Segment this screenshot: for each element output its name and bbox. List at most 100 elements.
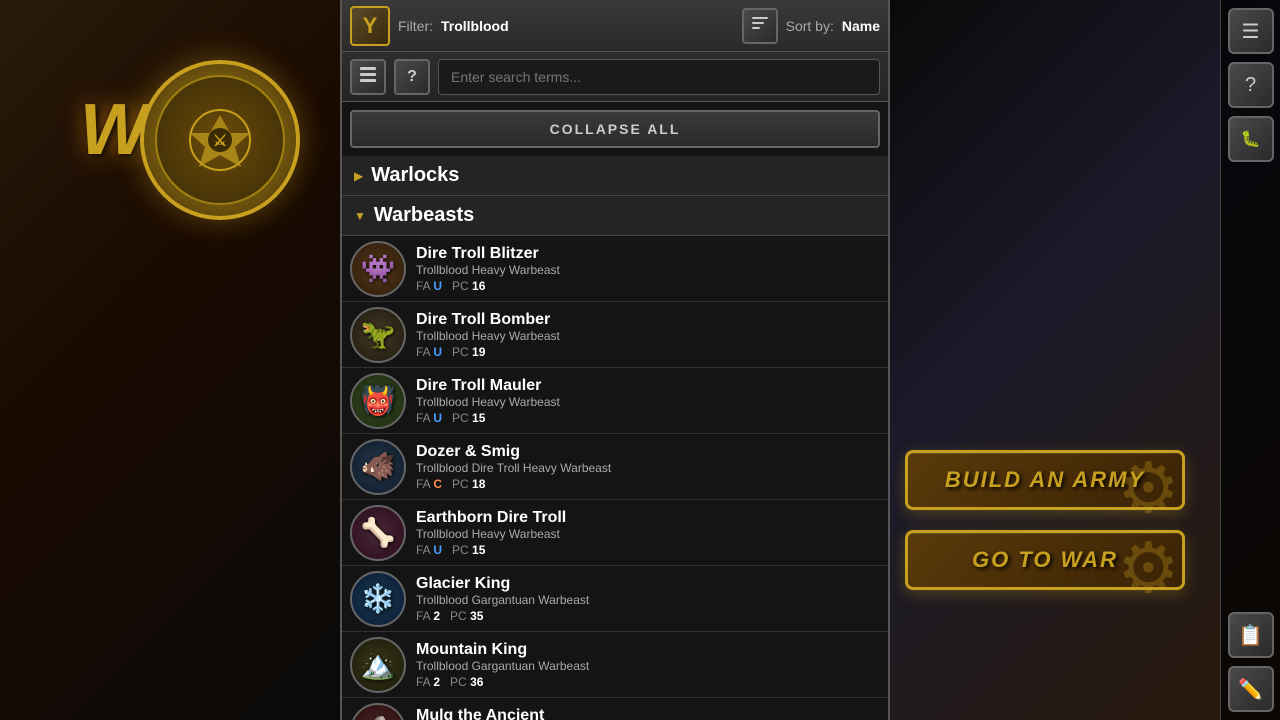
creature-icon: 🦴 [361, 516, 396, 549]
go-to-war-button[interactable]: GO TO WAR ⚙ [905, 530, 1185, 590]
item-stats: FA U PC 15 [416, 543, 880, 557]
item-info: Glacier King Trollblood Gargantuan Warbe… [416, 575, 880, 623]
item-subtitle: Trollblood Heavy Warbeast [416, 395, 880, 409]
sort-button[interactable] [742, 8, 778, 44]
fa-value: 2 [433, 675, 440, 689]
fa-label: FA [416, 279, 433, 293]
item-avatar: 🏔️ [350, 637, 406, 693]
item-name: Mountain King [416, 641, 880, 659]
pc-value: 15 [472, 543, 485, 557]
faction-logo[interactable]: Y [350, 6, 390, 46]
pc-value: 16 [472, 279, 485, 293]
pc-value: 18 [472, 477, 485, 491]
list-item[interactable]: 🐗 Dozer & Smig Trollblood Dire Troll Hea… [342, 434, 888, 500]
creature-icon: 👹 [361, 384, 396, 417]
filter-value: Trollblood [441, 18, 509, 34]
item-name: Glacier King [416, 575, 880, 593]
clipboard-button[interactable]: 📋 [1228, 612, 1274, 658]
svg-text:⚔: ⚔ [213, 133, 227, 150]
creature-icon: 🐗 [361, 450, 396, 483]
pc-label: PC [452, 345, 472, 359]
item-name: Dire Troll Bomber [416, 311, 880, 329]
second-bar: ? [342, 52, 888, 102]
pc-label: PC [450, 675, 470, 689]
item-name: Dozer & Smig [416, 443, 880, 461]
creature-icon: ❄️ [361, 582, 396, 615]
list-container[interactable]: ▶ Warlocks ▼ Warbeasts 👾 Dire Troll Blit… [342, 156, 888, 720]
item-info: Dire Troll Bomber Trollblood Heavy Warbe… [416, 311, 880, 359]
section-warbeasts[interactable]: ▼ Warbeasts [342, 196, 888, 236]
fa-label: FA [416, 609, 433, 623]
item-stats: FA U PC 19 [416, 345, 880, 359]
collapse-all-button[interactable]: COLLAPSE ALL [350, 110, 880, 148]
emblem-inner: ⚔ [155, 75, 285, 205]
right-icon-panel: ☰ ? 🐛 📋 ✏️ [1220, 0, 1280, 720]
pc-label: PC [452, 411, 472, 425]
pc-value: 15 [472, 411, 485, 425]
pc-label: PC [452, 279, 472, 293]
build-an-army-button[interactable]: BUILD AN ARMY ⚙ [905, 450, 1185, 510]
fa-label: FA [416, 411, 433, 425]
warbeasts-arrow: ▼ [354, 209, 366, 223]
warbeasts-title: Warbeasts [374, 204, 474, 227]
item-info: Earthborn Dire Troll Trollblood Heavy Wa… [416, 509, 880, 557]
list-item[interactable]: 🪨 Mulg the Ancient Trollblood Dire Troll… [342, 698, 888, 720]
section-warlocks[interactable]: ▶ Warlocks [342, 156, 888, 196]
creature-icon: 👾 [361, 252, 396, 285]
search-input[interactable] [438, 59, 880, 95]
war-logo-area: WAR ⚔ [10, 40, 330, 220]
item-avatar: 🐗 [350, 439, 406, 495]
item-subtitle: Trollblood Heavy Warbeast [416, 329, 880, 343]
pc-label: PC [450, 609, 470, 623]
edit-icon: ✏️ [1238, 677, 1263, 702]
warlocks-arrow: ▶ [354, 169, 363, 183]
item-subtitle: Trollblood Heavy Warbeast [416, 263, 880, 277]
list-item[interactable]: 🏔️ Mountain King Trollblood Gargantuan W… [342, 632, 888, 698]
item-info: Mountain King Trollblood Gargantuan Warb… [416, 641, 880, 689]
clipboard-icon: 📋 [1238, 623, 1263, 648]
help-button[interactable]: ? [1228, 62, 1274, 108]
item-stats: FA 2 PC 35 [416, 609, 880, 623]
fa-value: 2 [433, 609, 440, 623]
list-item[interactable]: 👹 Dire Troll Mauler Trollblood Heavy War… [342, 368, 888, 434]
list-item[interactable]: 👾 Dire Troll Blitzer Trollblood Heavy Wa… [342, 236, 888, 302]
list-view-button[interactable] [350, 59, 386, 95]
item-subtitle: Trollblood Gargantuan Warbeast [416, 659, 880, 673]
gear-icon-build: ⚙ [1117, 447, 1197, 527]
item-name: Earthborn Dire Troll [416, 509, 880, 527]
pc-value: 35 [470, 609, 483, 623]
gear-icon-war: ⚙ [1117, 527, 1197, 607]
question-icon: ? [407, 68, 417, 86]
item-stats: FA C PC 18 [416, 477, 880, 491]
build-button-label: BUILD AN ARMY [945, 467, 1145, 493]
filter-label: Filter: [398, 18, 433, 34]
item-subtitle: Trollblood Dire Troll Heavy Warbeast [416, 461, 880, 475]
faction-logo-icon: Y [363, 13, 378, 39]
action-buttons-area: BUILD AN ARMY ⚙ GO TO WAR ⚙ [905, 450, 1215, 590]
list-item[interactable]: 🦖 Dire Troll Bomber Trollblood Heavy War… [342, 302, 888, 368]
bug-icon: 🐛 [1241, 129, 1261, 149]
item-avatar: 🪨 [350, 703, 406, 720]
item-name: Dire Troll Blitzer [416, 245, 880, 263]
list-icon [358, 64, 378, 89]
list-item[interactable]: ❄️ Glacier King Trollblood Gargantuan Wa… [342, 566, 888, 632]
fa-value: U [433, 411, 442, 425]
edit-button[interactable]: ✏️ [1228, 666, 1274, 712]
pc-label: PC [452, 543, 472, 557]
item-avatar: ❄️ [350, 571, 406, 627]
item-name: Mulg the Ancient [416, 707, 880, 720]
bg-left: WAR ⚔ [0, 0, 340, 720]
menu-button[interactable]: ☰ [1228, 8, 1274, 54]
item-avatar: 🦴 [350, 505, 406, 561]
pc-value: 36 [470, 675, 483, 689]
main-panel: Y Filter: Trollblood Sort by: Name [340, 0, 890, 720]
item-name: Dire Troll Mauler [416, 377, 880, 395]
war-button-label: GO TO WAR [972, 547, 1118, 573]
bug-button[interactable]: 🐛 [1228, 116, 1274, 162]
fa-value: U [433, 279, 442, 293]
warlocks-title: Warlocks [371, 164, 459, 187]
help-question-button[interactable]: ? [394, 59, 430, 95]
circle-emblem: ⚔ [140, 60, 300, 220]
pc-label: PC [452, 477, 472, 491]
list-item[interactable]: 🦴 Earthborn Dire Troll Trollblood Heavy … [342, 500, 888, 566]
